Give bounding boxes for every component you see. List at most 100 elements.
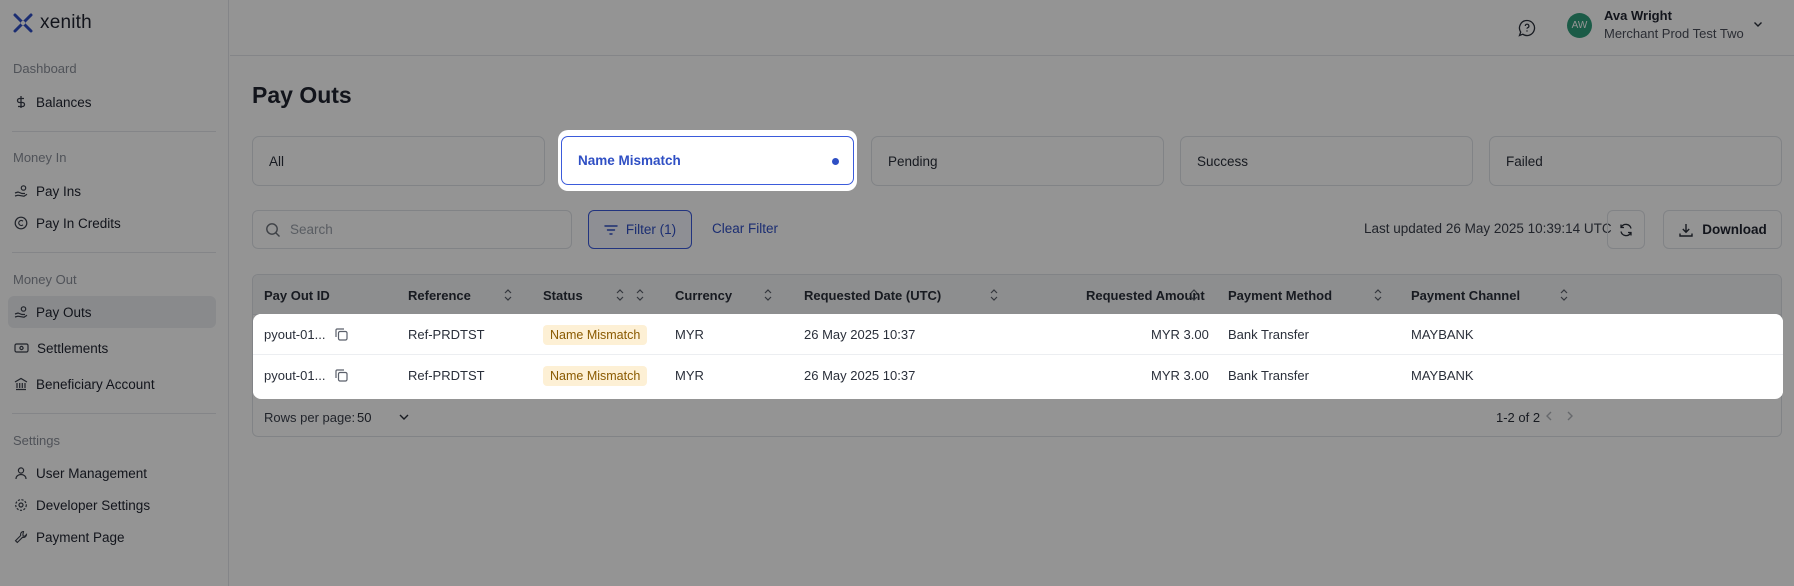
cell-payout-id: pyout-01... — [264, 368, 326, 383]
sidebar-item-label: Beneficiary Account — [36, 376, 155, 392]
tab-all[interactable]: All — [252, 136, 545, 186]
filter-button[interactable]: Filter (1) — [588, 210, 692, 249]
column-header-label: Payment Method — [1228, 287, 1333, 303]
sort-icon[interactable] — [1373, 288, 1383, 302]
cell-status: Name Mismatch — [543, 314, 648, 355]
sort-icon[interactable] — [1189, 288, 1199, 302]
status-badge: Name Mismatch — [543, 324, 648, 345]
sidebar-divider — [12, 131, 216, 132]
user-icon — [15, 467, 27, 480]
tab-label: All — [269, 153, 285, 169]
organization-name[interactable]: Merchant Prod Test Two — [1604, 26, 1744, 41]
cell-requested-date: 26 May 2025 10:37 — [804, 368, 916, 383]
chevron-down-icon[interactable] — [397, 410, 411, 424]
pagination-range: 1-2 of 2 — [1496, 410, 1541, 425]
copy-icon[interactable] — [334, 368, 349, 383]
table-row[interactable]: pyout-01... Ref-PRDTST Name Mismatch MYR… — [253, 355, 1783, 396]
download-button[interactable]: Download — [1663, 210, 1782, 249]
column-header-currency[interactable]: Currency — [675, 275, 732, 315]
sidebar-item-payment-page[interactable]: Payment Page — [8, 521, 216, 553]
cell-payment-method: Bank Transfer — [1228, 327, 1309, 342]
chat-help-icon — [1518, 19, 1536, 37]
sidebar-divider — [12, 252, 216, 253]
sidebar-item-pay-in-credits[interactable]: Pay In Credits — [8, 207, 216, 239]
column-header-payment-channel[interactable]: Payment Channel — [1411, 275, 1520, 315]
sidebar-item-settlements[interactable]: Settlements — [8, 332, 216, 364]
sort-icon[interactable] — [1559, 288, 1569, 302]
copy-icon[interactable] — [334, 327, 349, 342]
sort-icon[interactable] — [635, 288, 645, 302]
support-chat-button[interactable] — [1513, 14, 1541, 42]
chevron-left-icon[interactable] — [1542, 409, 1556, 423]
chevron-right-icon[interactable] — [1563, 409, 1577, 423]
selected-indicator-dot — [832, 158, 839, 165]
rows-per-page-select[interactable]: 50 — [357, 410, 371, 425]
sidebar: xenith Dashboard Balances Money In Pay I… — [0, 0, 229, 586]
cell-requested-amount: MYR 3.00 — [1151, 327, 1209, 342]
avatar[interactable]: AW — [1567, 13, 1592, 38]
sidebar-item-developer-settings[interactable]: Developer Settings — [8, 489, 216, 521]
sidebar-item-pay-ins[interactable]: Pay Ins — [8, 175, 216, 207]
highlight-selected-tab: Name Mismatch — [558, 130, 857, 191]
column-header-label: Requested Date (UTC) — [804, 287, 942, 303]
last-updated-text: Last updated 26 May 2025 10:39:14 UTC — [1364, 221, 1612, 236]
table-row[interactable]: pyout-01... Ref-PRDTST Name Mismatch MYR… — [253, 314, 1783, 355]
sidebar-item-label: Balances — [36, 94, 92, 110]
sort-icon[interactable] — [503, 288, 513, 302]
wrench-icon — [14, 530, 28, 544]
coin-icon — [14, 216, 28, 230]
column-header-requested-date[interactable]: Requested Date (UTC) — [804, 275, 941, 315]
column-header-reference[interactable]: Reference — [408, 275, 471, 315]
refresh-icon — [1620, 223, 1632, 236]
column-header-label: Payment Channel — [1411, 287, 1521, 303]
cell-payment-channel: MAYBANK — [1411, 327, 1474, 342]
cell-requested-amount: MYR 3.00 — [1151, 368, 1209, 383]
user-name[interactable]: Ava Wright — [1604, 8, 1672, 23]
sort-icon[interactable] — [763, 288, 773, 302]
tab-name-mismatch[interactable]: Name Mismatch — [561, 136, 854, 185]
page-title: Pay Outs — [252, 82, 352, 108]
sidebar-item-label: Settlements — [37, 340, 109, 356]
tab-success[interactable]: Success — [1180, 136, 1473, 186]
tab-failed[interactable]: Failed — [1489, 136, 1782, 186]
search-field[interactable] — [252, 210, 572, 249]
download-icon — [1679, 223, 1693, 237]
clear-filter-link[interactable]: Clear Filter — [712, 221, 778, 236]
column-header-status[interactable]: Status — [543, 275, 583, 315]
tab-label: Name Mismatch — [578, 153, 681, 168]
column-header-label: Status — [543, 287, 583, 303]
tab-label: Success — [1197, 153, 1249, 169]
cell-reference: Ref-PRDTST — [408, 368, 485, 383]
sidebar-divider — [12, 413, 216, 414]
sort-icon[interactable] — [615, 288, 625, 302]
bank-icon — [14, 377, 28, 391]
cell-payment-method: Bank Transfer — [1228, 368, 1309, 383]
chevron-down-icon[interactable] — [1752, 18, 1764, 30]
search-input[interactable] — [290, 222, 550, 237]
sort-icon[interactable] — [989, 288, 999, 302]
sidebar-item-balances[interactable]: Balances — [8, 86, 216, 118]
column-header-requested-amount[interactable]: Requested Amount — [1086, 275, 1205, 315]
sidebar-item-label: Payment Page — [36, 529, 125, 545]
search-icon — [266, 222, 280, 237]
cell-currency: MYR — [675, 368, 704, 383]
column-header-label: Reference — [408, 287, 471, 303]
logo[interactable]: xenith — [12, 12, 92, 34]
column-header-payment-method[interactable]: Payment Method — [1228, 275, 1332, 315]
sidebar-item-beneficiary-account[interactable]: Beneficiary Account — [8, 368, 216, 400]
refresh-button[interactable] — [1607, 210, 1645, 249]
cell-payment-channel: MAYBANK — [1411, 368, 1474, 383]
column-header-payout-id[interactable]: Pay Out ID — [264, 275, 330, 315]
sidebar-item-label: Pay In Credits — [36, 215, 121, 231]
sidebar-item-pay-outs[interactable]: Pay Outs — [8, 296, 216, 328]
dollar-icon — [16, 96, 26, 108]
table-header: Pay Out ID Reference Status Currency Req… — [253, 275, 1781, 315]
cell-payout-id: pyout-01... — [264, 327, 326, 342]
nav-heading-settings: Settings — [13, 433, 60, 448]
top-bar: AW Ava Wright Merchant Prod Test Two — [230, 0, 1794, 56]
sidebar-item-user-management[interactable]: User Management — [8, 457, 216, 489]
sidebar-item-label: Pay Ins — [36, 183, 82, 199]
tab-pending[interactable]: Pending — [871, 136, 1164, 186]
table-footer: Rows per page: 50 1-2 of 2 — [253, 397, 1781, 436]
cell-requested-date: 26 May 2025 10:37 — [804, 327, 916, 342]
